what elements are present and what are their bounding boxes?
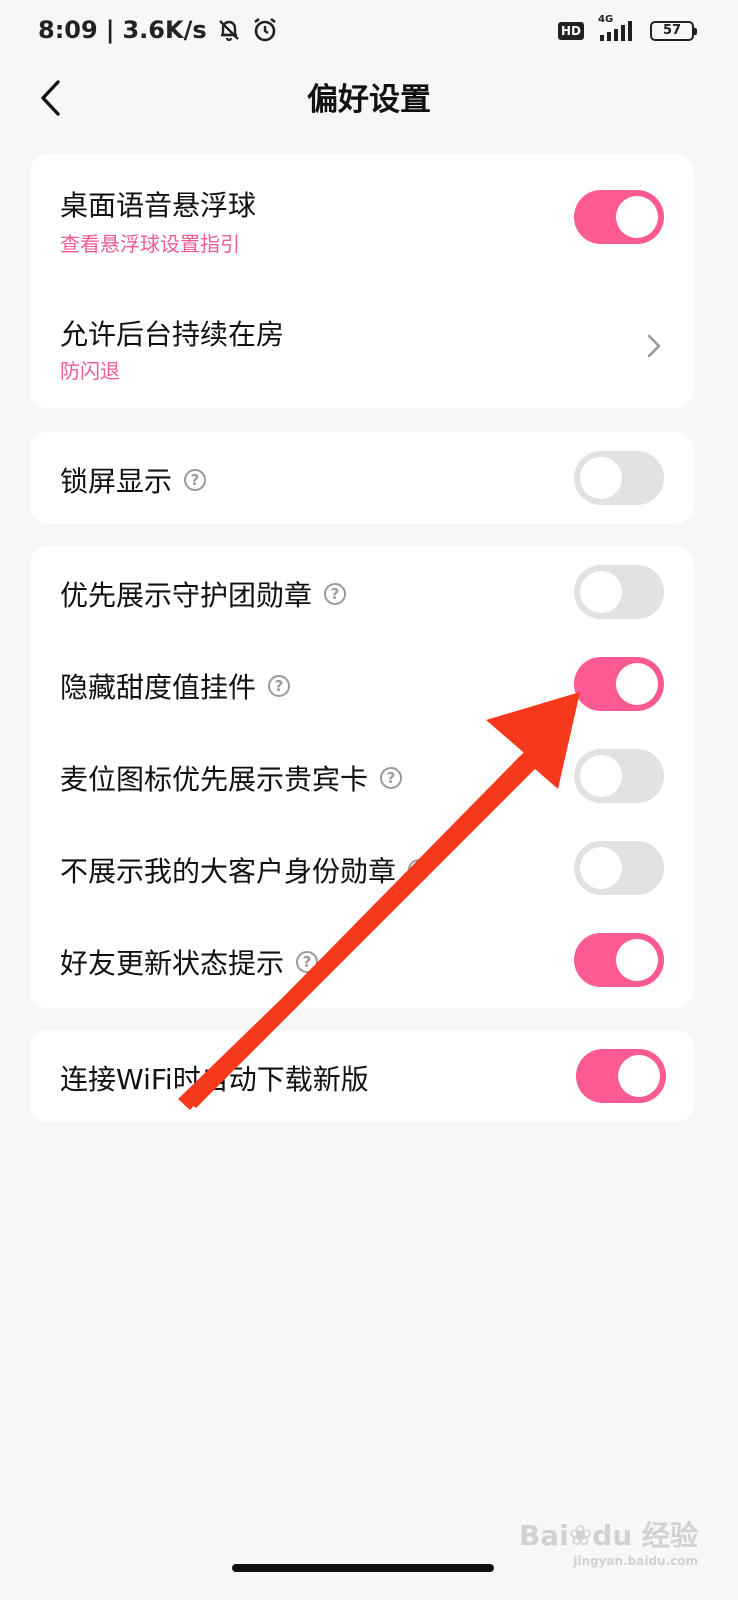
alarm-icon [251,16,279,44]
card-wifi-update: 连接WiFi时自动下载新版 [30,1030,694,1122]
page-title: 偏好设置 [307,82,431,118]
help-icon[interactable]: ? [268,675,291,697]
row-floating-ball[interactable]: 桌面语音悬浮球 查看悬浮球设置指引 [30,154,694,281]
guard-badge-toggle[interactable] [574,565,664,619]
card-floating-settings: 桌面语音悬浮球 查看悬浮球设置指引 允许后台持续在房 防闪退 [30,154,694,408]
signal-icon: 4G [594,14,640,44]
watermark-paw-icon: ❀ [568,1519,593,1552]
help-icon[interactable]: ? [380,767,403,789]
help-icon[interactable]: ? [184,469,207,491]
row-title: 不展示我的大客户身份勋章 ? [60,850,431,890]
row-subtitle: 防闪退 [60,359,120,383]
row-title: 允许后台持续在房 [60,318,285,351]
hd-badge: HD [557,22,584,40]
vip-card-toggle[interactable] [574,749,664,803]
status-net-speed: 3.6K/s [122,16,207,44]
watermark-brand: Bai [518,1519,569,1552]
row-guard-badge[interactable]: 优先展示守护团勋章 ? [30,546,694,638]
watermark-url: jingyan.baidu.com [573,1554,698,1568]
card-display-settings: 优先展示守护团勋章 ? 隐藏甜度值挂件 ? 麦位图标优先展示贵宾卡 ? 不展示我… [30,546,694,1008]
header: 偏好设置 [0,64,738,130]
chevron-right-icon [647,334,661,358]
row-label: 优先展示守护团勋章 [60,579,313,612]
toggle-knob [616,196,658,238]
lock-screen-toggle[interactable] [574,451,664,505]
row-big-customer[interactable]: 不展示我的大客户身份勋章 ? [30,822,694,914]
card-lock-screen: 锁屏显示 ? [30,432,694,524]
row-hide-sweetness[interactable]: 隐藏甜度值挂件 ? [30,638,694,730]
row-title: 麦位图标优先展示贵宾卡 ? [60,758,403,798]
watermark-brand-suffix: du [592,1519,633,1552]
status-separator: | [105,16,115,44]
big-customer-toggle[interactable] [574,841,664,895]
row-friend-status[interactable]: 好友更新状态提示 ? [30,914,694,1006]
battery-icon: 57 [650,21,697,41]
hide-sweetness-toggle[interactable] [574,657,664,711]
baidu-watermark: Bai❀du 经验 jingyan.baidu.com [519,1514,698,1568]
row-label: 不展示我的大客户身份勋章 [60,855,397,888]
friend-status-toggle[interactable] [574,933,664,987]
row-label: 好友更新状态提示 [60,947,285,980]
row-title: 桌面语音悬浮球 [60,189,257,222]
toggle-knob [580,457,622,499]
toggle-knob [616,663,658,705]
home-indicator[interactable] [232,1564,494,1572]
toggle-knob [580,755,622,797]
wifi-update-toggle[interactable] [576,1049,666,1103]
floating-ball-toggle[interactable] [574,190,664,244]
row-vip-card[interactable]: 麦位图标优先展示贵宾卡 ? [30,730,694,822]
toggle-knob [580,847,622,889]
help-icon[interactable]: ? [324,583,347,605]
row-title: 连接WiFi时自动下载新版 [60,1063,369,1096]
toggle-knob [616,939,658,981]
help-icon[interactable]: ? [296,951,319,973]
row-lock-screen[interactable]: 锁屏显示 ? [30,432,694,524]
status-right: HD 4G 57 [557,14,697,44]
preferences-screen: 8:09 | 3.6K/s HD 4G 57 偏好设置 桌面语音悬浮球 查看悬浮… [0,0,738,1600]
toggle-knob [580,571,622,613]
toggle-knob [618,1055,660,1097]
row-title: 隐藏甜度值挂件 ? [60,666,291,706]
row-background-stay[interactable]: 允许后台持续在房 防闪退 [30,281,694,408]
row-title: 锁屏显示 ? [60,460,207,500]
floating-ball-guide-link[interactable]: 查看悬浮球设置指引 [60,228,240,257]
watermark-product: 经验 [641,1519,698,1552]
help-icon[interactable]: ? [408,859,431,881]
row-title: 优先展示守护团勋章 ? [60,574,347,614]
row-label: 锁屏显示 [60,465,173,498]
status-bar: 8:09 | 3.6K/s HD 4G 57 [0,0,738,64]
row-title: 好友更新状态提示 ? [60,942,319,982]
status-left: 8:09 | 3.6K/s [38,16,279,44]
row-label: 隐藏甜度值挂件 [60,671,257,704]
mute-bell-icon [215,16,243,44]
status-time: 8:09 [38,16,98,44]
row-label: 麦位图标优先展示贵宾卡 [60,763,369,796]
row-wifi-update[interactable]: 连接WiFi时自动下载新版 [30,1030,694,1122]
